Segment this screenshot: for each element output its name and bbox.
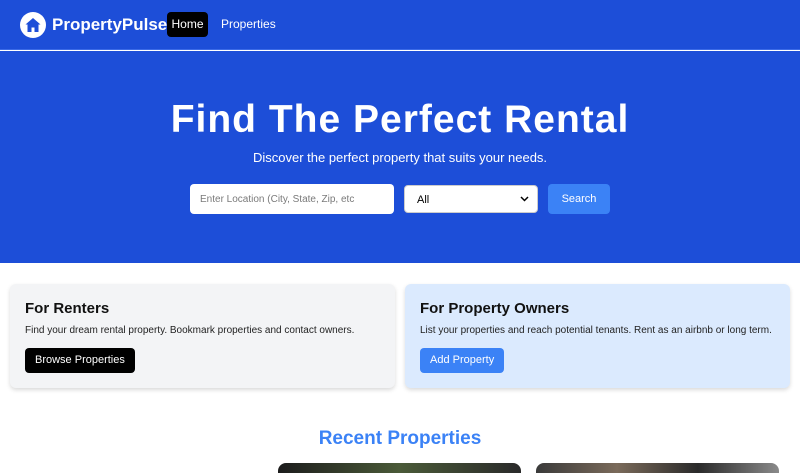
add-property-button[interactable]: Add Property [420,348,505,373]
renters-card-text: Find your dream rental property. Bookmar… [25,325,355,336]
chevron-down-icon [520,196,529,202]
renters-card-title: For Renters [25,300,110,317]
house-icon[interactable] [20,12,46,38]
nav-link-properties[interactable]: Properties [214,12,283,37]
owners-card-title: For Property Owners [420,300,570,317]
renters-card: For Renters Find your dream rental prope… [10,284,395,388]
property-thumbnail[interactable] [278,463,521,473]
hero-subtitle: Discover the perfect property that suits… [252,150,548,165]
property-thumbnail[interactable] [536,463,779,473]
location-search-input[interactable] [190,184,394,214]
owners-card-text: List your properties and reach potential… [420,325,772,336]
owners-card: For Property Owners List your properties… [405,284,790,388]
hero-title: Find The Perfect Rental [170,98,630,141]
navbar: PropertyPulse Home Properties [0,0,800,50]
nav-link-home[interactable]: Home [167,12,208,37]
property-type-selected: All [417,194,430,206]
search-button[interactable]: Search [548,184,610,214]
brand-name[interactable]: PropertyPulse [52,14,167,36]
hero-section: Find The Perfect Rental Discover the per… [0,51,800,263]
property-type-select[interactable]: All [404,185,538,213]
browse-properties-button[interactable]: Browse Properties [25,348,135,373]
recent-properties-heading: Recent Properties [318,428,482,449]
